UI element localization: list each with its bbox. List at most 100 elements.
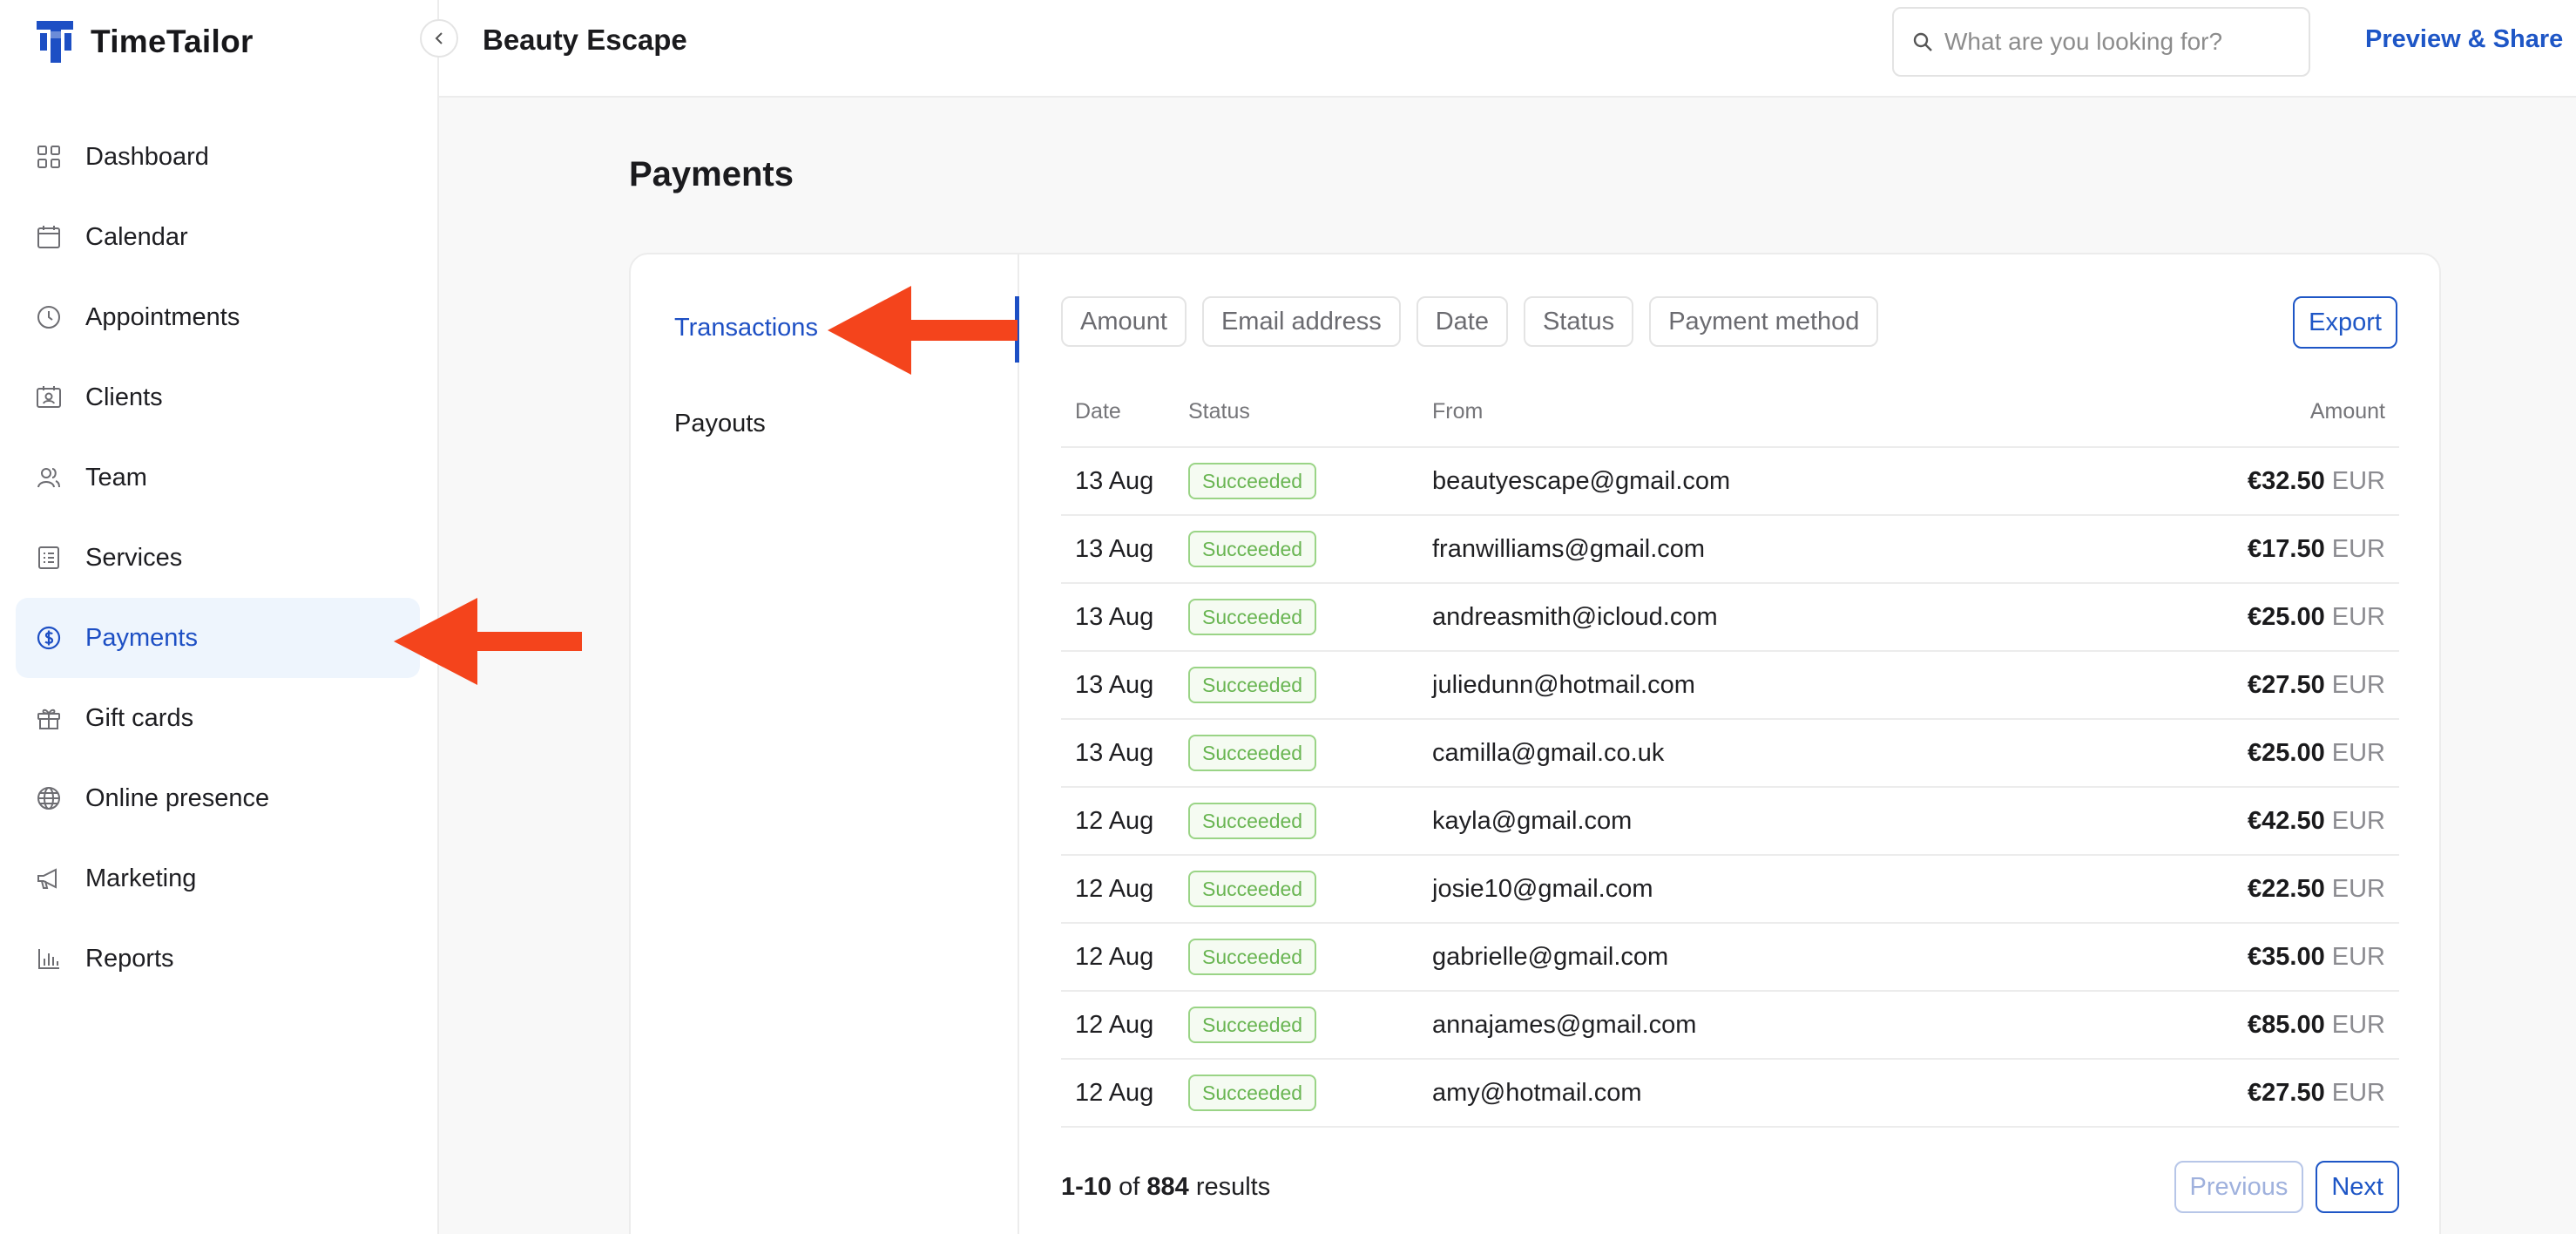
sidebar-item-marketing[interactable]: Marketing [16,838,420,919]
table-footer: 1-10 of 884 results Previous Next [1061,1161,2399,1215]
sidebar-item-appointments[interactable]: Appointments [16,277,420,357]
subnav-transactions[interactable]: Transactions [674,314,818,342]
table-row[interactable]: 13 Aug Succeeded franwilliams@gmail.com … [1061,516,2399,584]
list-icon [35,544,63,572]
sidebar-item-label: Online presence [85,783,270,812]
payments-card: Transactions Payouts Amount Email addres… [629,253,2441,1234]
sidebar-item-label: Services [85,543,183,572]
collapse-sidebar-button[interactable] [420,19,458,58]
row-date: 13 Aug [1075,670,1154,699]
row-amount: €17.50 [2248,534,2325,563]
preview-share-link[interactable]: Preview & Share [2365,25,2563,54]
column-header-status[interactable]: Status [1188,399,1432,424]
megaphone-icon [35,864,63,892]
row-currency: EUR [2331,806,2385,835]
chevron-left-icon [435,32,443,44]
gift-icon [35,704,63,732]
status-badge: Succeeded [1188,735,1317,771]
table-row[interactable]: 12 Aug Succeeded annajames@gmail.com €85… [1061,992,2399,1060]
previous-page-button[interactable]: Previous [2174,1161,2304,1213]
sidebar-item-label: Gift cards [85,703,194,732]
sidebar-item-label: Marketing [85,864,197,892]
filter-status[interactable]: Status [1523,296,1634,347]
table-row[interactable]: 13 Aug Succeeded beautyescape@gmail.com … [1061,448,2399,516]
row-amount: €22.50 [2248,874,2325,903]
sidebar-item-services[interactable]: Services [16,518,420,598]
row-amount: €27.50 [2248,1078,2325,1107]
sidebar-item-label: Dashboard [85,142,209,171]
row-amount: €25.00 [2248,602,2325,631]
sidebar-item-clients[interactable]: Clients [16,357,420,437]
sidebar-item-online-presence[interactable]: Online presence [16,758,420,838]
row-currency: EUR [2331,534,2385,563]
sidebar-nav: Dashboard Calendar Appointments Clients … [16,117,420,999]
calendar-icon [35,223,63,251]
table-header: Date Status From Amount [1061,376,2399,448]
filter-date[interactable]: Date [1416,296,1508,347]
payments-subnav: Transactions Payouts [631,254,1019,1234]
column-header-amount[interactable]: Amount [2120,399,2399,424]
row-amount: €32.50 [2248,466,2325,495]
search-input[interactable] [1944,28,2293,56]
dollar-circle-icon [35,624,63,652]
bar-chart-icon [35,945,63,973]
filter-bar: Amount Email address Date Status Payment… [1061,296,1879,347]
filter-payment-method[interactable]: Payment method [1649,296,1879,347]
row-date: 13 Aug [1075,738,1154,767]
sidebar-item-gift-cards[interactable]: Gift cards [16,678,420,758]
dashboard-icon [35,143,63,171]
row-amount: €85.00 [2248,1010,2325,1039]
annotation-arrow-transactions [828,286,1018,375]
row-date: 13 Aug [1075,534,1154,563]
pagination: Previous Next [2174,1161,2399,1213]
clock-icon [35,303,63,331]
sidebar-item-payments[interactable]: Payments [16,598,420,678]
row-date: 12 Aug [1075,942,1154,971]
row-amount: €42.50 [2248,806,2325,835]
table-row[interactable]: 12 Aug Succeeded gabrielle@gmail.com €35… [1061,924,2399,992]
results-total: 884 [1146,1173,1189,1201]
globe-icon [35,784,63,812]
filter-email-address[interactable]: Email address [1201,296,1401,347]
sidebar-item-dashboard[interactable]: Dashboard [16,117,420,197]
row-amount: €35.00 [2248,942,2325,971]
annotation-arrow-payments [394,598,582,685]
export-button[interactable]: Export [2293,296,2397,349]
table-row[interactable]: 12 Aug Succeeded kayla@gmail.com €42.50 … [1061,788,2399,856]
filter-amount[interactable]: Amount [1061,296,1187,347]
search-icon [1913,32,1932,51]
row-from: kayla@gmail.com [1432,806,1633,835]
table-row[interactable]: 12 Aug Succeeded josie10@gmail.com €22.5… [1061,856,2399,924]
column-header-date[interactable]: Date [1061,399,1188,424]
results-count: 1-10 of 884 results [1061,1173,1270,1202]
row-from: camilla@gmail.co.uk [1432,738,1665,767]
sidebar: TimeTailor Dashboard Calendar Appointmen… [0,0,439,1234]
results-range: 1-10 [1061,1173,1112,1201]
next-page-button[interactable]: Next [2316,1161,2399,1213]
sidebar-item-team[interactable]: Team [16,437,420,518]
row-from: amy@hotmail.com [1432,1078,1642,1107]
subnav-payouts[interactable]: Payouts [674,410,766,438]
table-row[interactable]: 12 Aug Succeeded amy@hotmail.com €27.50 … [1061,1060,2399,1128]
row-date: 12 Aug [1075,874,1154,903]
table-row[interactable]: 13 Aug Succeeded juliedunn@hotmail.com €… [1061,652,2399,720]
table-row[interactable]: 13 Aug Succeeded andreasmith@icloud.com … [1061,584,2399,652]
results-word: results [1195,1173,1271,1201]
sidebar-item-label: Reports [85,944,174,973]
search-box[interactable] [1892,7,2310,77]
sidebar-item-calendar[interactable]: Calendar [16,197,420,277]
sidebar-item-label: Appointments [85,302,240,331]
table-row[interactable]: 13 Aug Succeeded camilla@gmail.co.uk €25… [1061,720,2399,788]
row-from: beautyescape@gmail.com [1432,466,1731,495]
sidebar-item-reports[interactable]: Reports [16,919,420,999]
status-badge: Succeeded [1188,463,1317,499]
status-badge: Succeeded [1188,871,1317,907]
app-name: TimeTailor [91,24,254,59]
row-from: annajames@gmail.com [1432,1010,1697,1039]
logo[interactable]: TimeTailor [35,19,254,64]
column-header-from[interactable]: From [1432,399,2120,424]
row-from: franwilliams@gmail.com [1432,534,1706,563]
sidebar-item-label: Team [85,463,147,492]
row-date: 13 Aug [1075,602,1154,631]
results-of: of [1119,1173,1140,1201]
